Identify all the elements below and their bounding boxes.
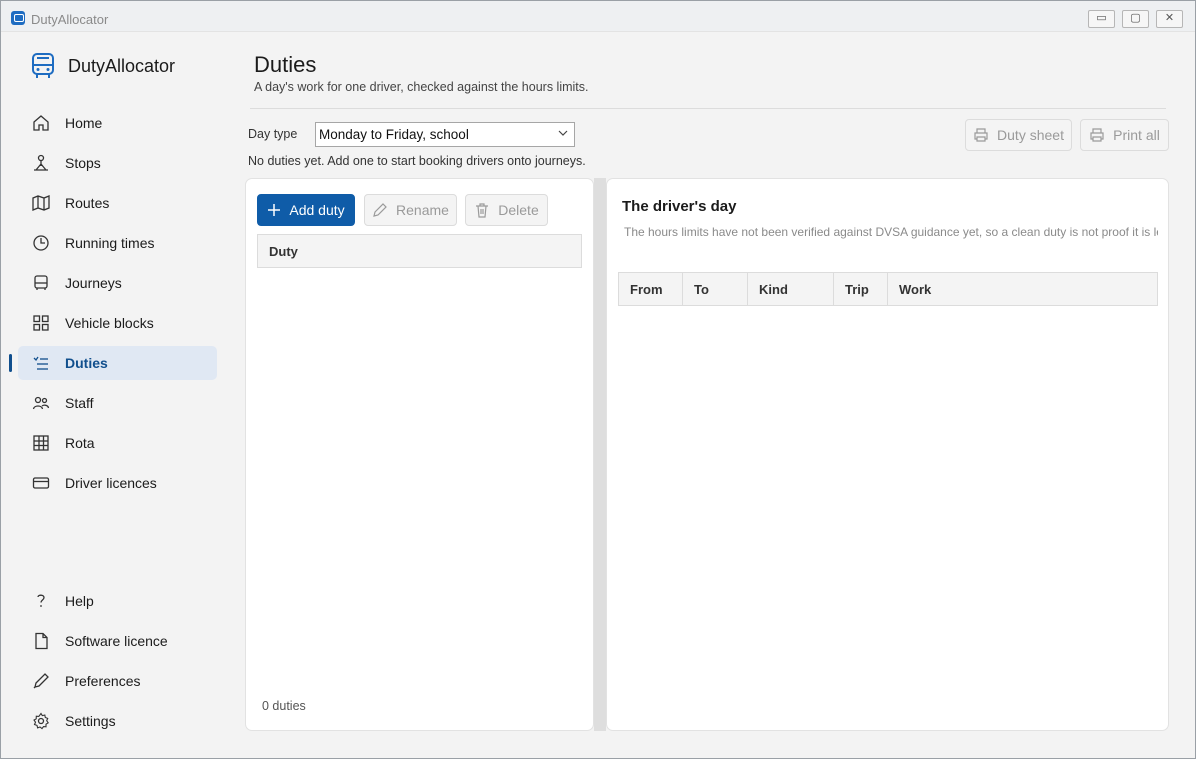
hours-limits-note: The hours limits have not been verified … xyxy=(624,225,1158,239)
rename-button[interactable]: Rename xyxy=(364,194,457,226)
plus-icon xyxy=(268,204,281,216)
sidebar-item-label: Journeys xyxy=(65,275,122,291)
column-from[interactable]: From xyxy=(619,273,683,305)
driver-day-panel: The driver's day The hours limits have n… xyxy=(606,178,1169,731)
column-work[interactable]: Work xyxy=(888,273,1157,305)
bus-icon xyxy=(31,273,51,293)
question-icon xyxy=(31,591,51,611)
sidebar-item-label: Preferences xyxy=(65,673,141,689)
sidebar-item-stops[interactable]: Stops xyxy=(18,146,217,180)
page-title: Duties xyxy=(254,52,317,77)
document-icon xyxy=(31,631,51,651)
print-all-button[interactable]: Print all xyxy=(1080,119,1169,151)
sidebar-item-help[interactable]: Help xyxy=(18,584,217,618)
pen-icon xyxy=(373,203,387,217)
sidebar-item-duties[interactable]: Duties xyxy=(9,346,217,380)
app-icon xyxy=(11,11,25,25)
gear-icon xyxy=(31,711,51,731)
minimize-button[interactable]: ▭ xyxy=(1088,10,1115,28)
list-icon xyxy=(31,353,51,373)
sidebar-item-label: Stops xyxy=(65,155,101,171)
sidebar-item-label: Settings xyxy=(65,713,116,729)
brand-name: DutyAllocator xyxy=(68,55,176,76)
sidebar-item-rota[interactable]: Rota xyxy=(18,426,217,460)
sidebar-item-label: Routes xyxy=(65,195,110,211)
brand: DutyAllocator xyxy=(30,50,175,82)
duties-panel: Add duty Rename Delete Duty 0 duties xyxy=(245,178,594,731)
card-icon xyxy=(31,473,51,493)
sidebar: DutyAllocator Home Stops Routes Running … xyxy=(8,32,225,752)
sidebar-item-label: Software licence xyxy=(65,633,168,649)
duty-table-header: Duty xyxy=(257,234,582,268)
clock-icon xyxy=(31,233,51,253)
duty-column-header[interactable]: Duty xyxy=(269,244,298,259)
day-type-select[interactable]: Monday to Friday, school xyxy=(315,122,575,147)
sidebar-item-software-licence[interactable]: Software licence xyxy=(18,624,217,658)
sidebar-item-staff[interactable]: Staff xyxy=(18,386,217,420)
sidebar-item-driver-licences[interactable]: Driver licences xyxy=(18,466,217,500)
chevron-down-icon xyxy=(558,130,568,136)
sidebar-item-routes[interactable]: Routes xyxy=(18,186,217,220)
add-duty-label: Add duty xyxy=(289,202,345,218)
add-duty-button[interactable]: Add duty xyxy=(257,194,355,226)
sidebar-item-label: Home xyxy=(65,115,103,131)
driver-day-table-header: From To Kind Trip Work xyxy=(618,272,1158,306)
sidebar-item-vehicle-blocks[interactable]: Vehicle blocks xyxy=(18,306,217,340)
sidebar-item-journeys[interactable]: Journeys xyxy=(18,266,217,300)
panel-splitter[interactable] xyxy=(594,178,606,731)
bus-icon xyxy=(32,53,54,78)
window-title: DutyAllocator xyxy=(31,12,109,27)
delete-button[interactable]: Delete xyxy=(465,194,548,226)
duty-sheet-button[interactable]: Duty sheet xyxy=(965,119,1072,151)
duty-sheet-label: Duty sheet xyxy=(997,127,1064,143)
driver-day-title: The driver's day xyxy=(622,198,737,215)
pen-icon xyxy=(31,671,51,691)
sidebar-item-label: Staff xyxy=(65,395,94,411)
sidebar-item-home[interactable]: Home xyxy=(18,106,217,140)
sidebar-item-label: Help xyxy=(65,593,94,609)
trash-icon xyxy=(476,203,489,218)
title-bar: DutyAllocator ▭ ▢ ✕ xyxy=(1,1,1195,32)
duty-count: 0 duties xyxy=(262,699,306,713)
printer-icon xyxy=(1090,128,1104,142)
printer-icon xyxy=(974,128,988,142)
close-button[interactable]: ✕ xyxy=(1156,10,1183,28)
print-all-label: Print all xyxy=(1113,127,1160,143)
sidebar-item-settings[interactable]: Settings xyxy=(18,704,217,738)
divider xyxy=(250,108,1166,109)
people-icon xyxy=(31,393,51,413)
delete-label: Delete xyxy=(498,202,539,218)
home-icon xyxy=(31,113,51,133)
day-type-value: Monday to Friday, school xyxy=(319,127,469,142)
grid-icon xyxy=(31,313,51,333)
column-trip[interactable]: Trip xyxy=(834,273,888,305)
stop-icon xyxy=(31,153,51,173)
sidebar-item-label: Duties xyxy=(65,355,108,371)
maximize-button[interactable]: ▢ xyxy=(1122,10,1149,28)
app-window: DutyAllocator ▭ ▢ ✕ DutyAllocator Home S… xyxy=(0,0,1196,759)
page-subtitle: A day's work for one driver, checked aga… xyxy=(254,80,589,94)
sidebar-item-label: Vehicle blocks xyxy=(65,315,154,331)
sidebar-item-label: Rota xyxy=(65,435,95,451)
sidebar-item-label: Running times xyxy=(65,235,155,251)
sidebar-item-preferences[interactable]: Preferences xyxy=(18,664,217,698)
column-kind[interactable]: Kind xyxy=(748,273,834,305)
table-icon xyxy=(31,433,51,453)
map-icon xyxy=(31,193,51,213)
main-content: Duties A day's work for one driver, chec… xyxy=(225,32,1195,752)
day-type-label: Day type xyxy=(248,127,298,141)
rename-label: Rename xyxy=(396,202,449,218)
column-to[interactable]: To xyxy=(683,273,748,305)
empty-message: No duties yet. Add one to start booking … xyxy=(248,154,586,168)
sidebar-item-running-times[interactable]: Running times xyxy=(18,226,217,260)
sidebar-item-label: Driver licences xyxy=(65,475,157,491)
